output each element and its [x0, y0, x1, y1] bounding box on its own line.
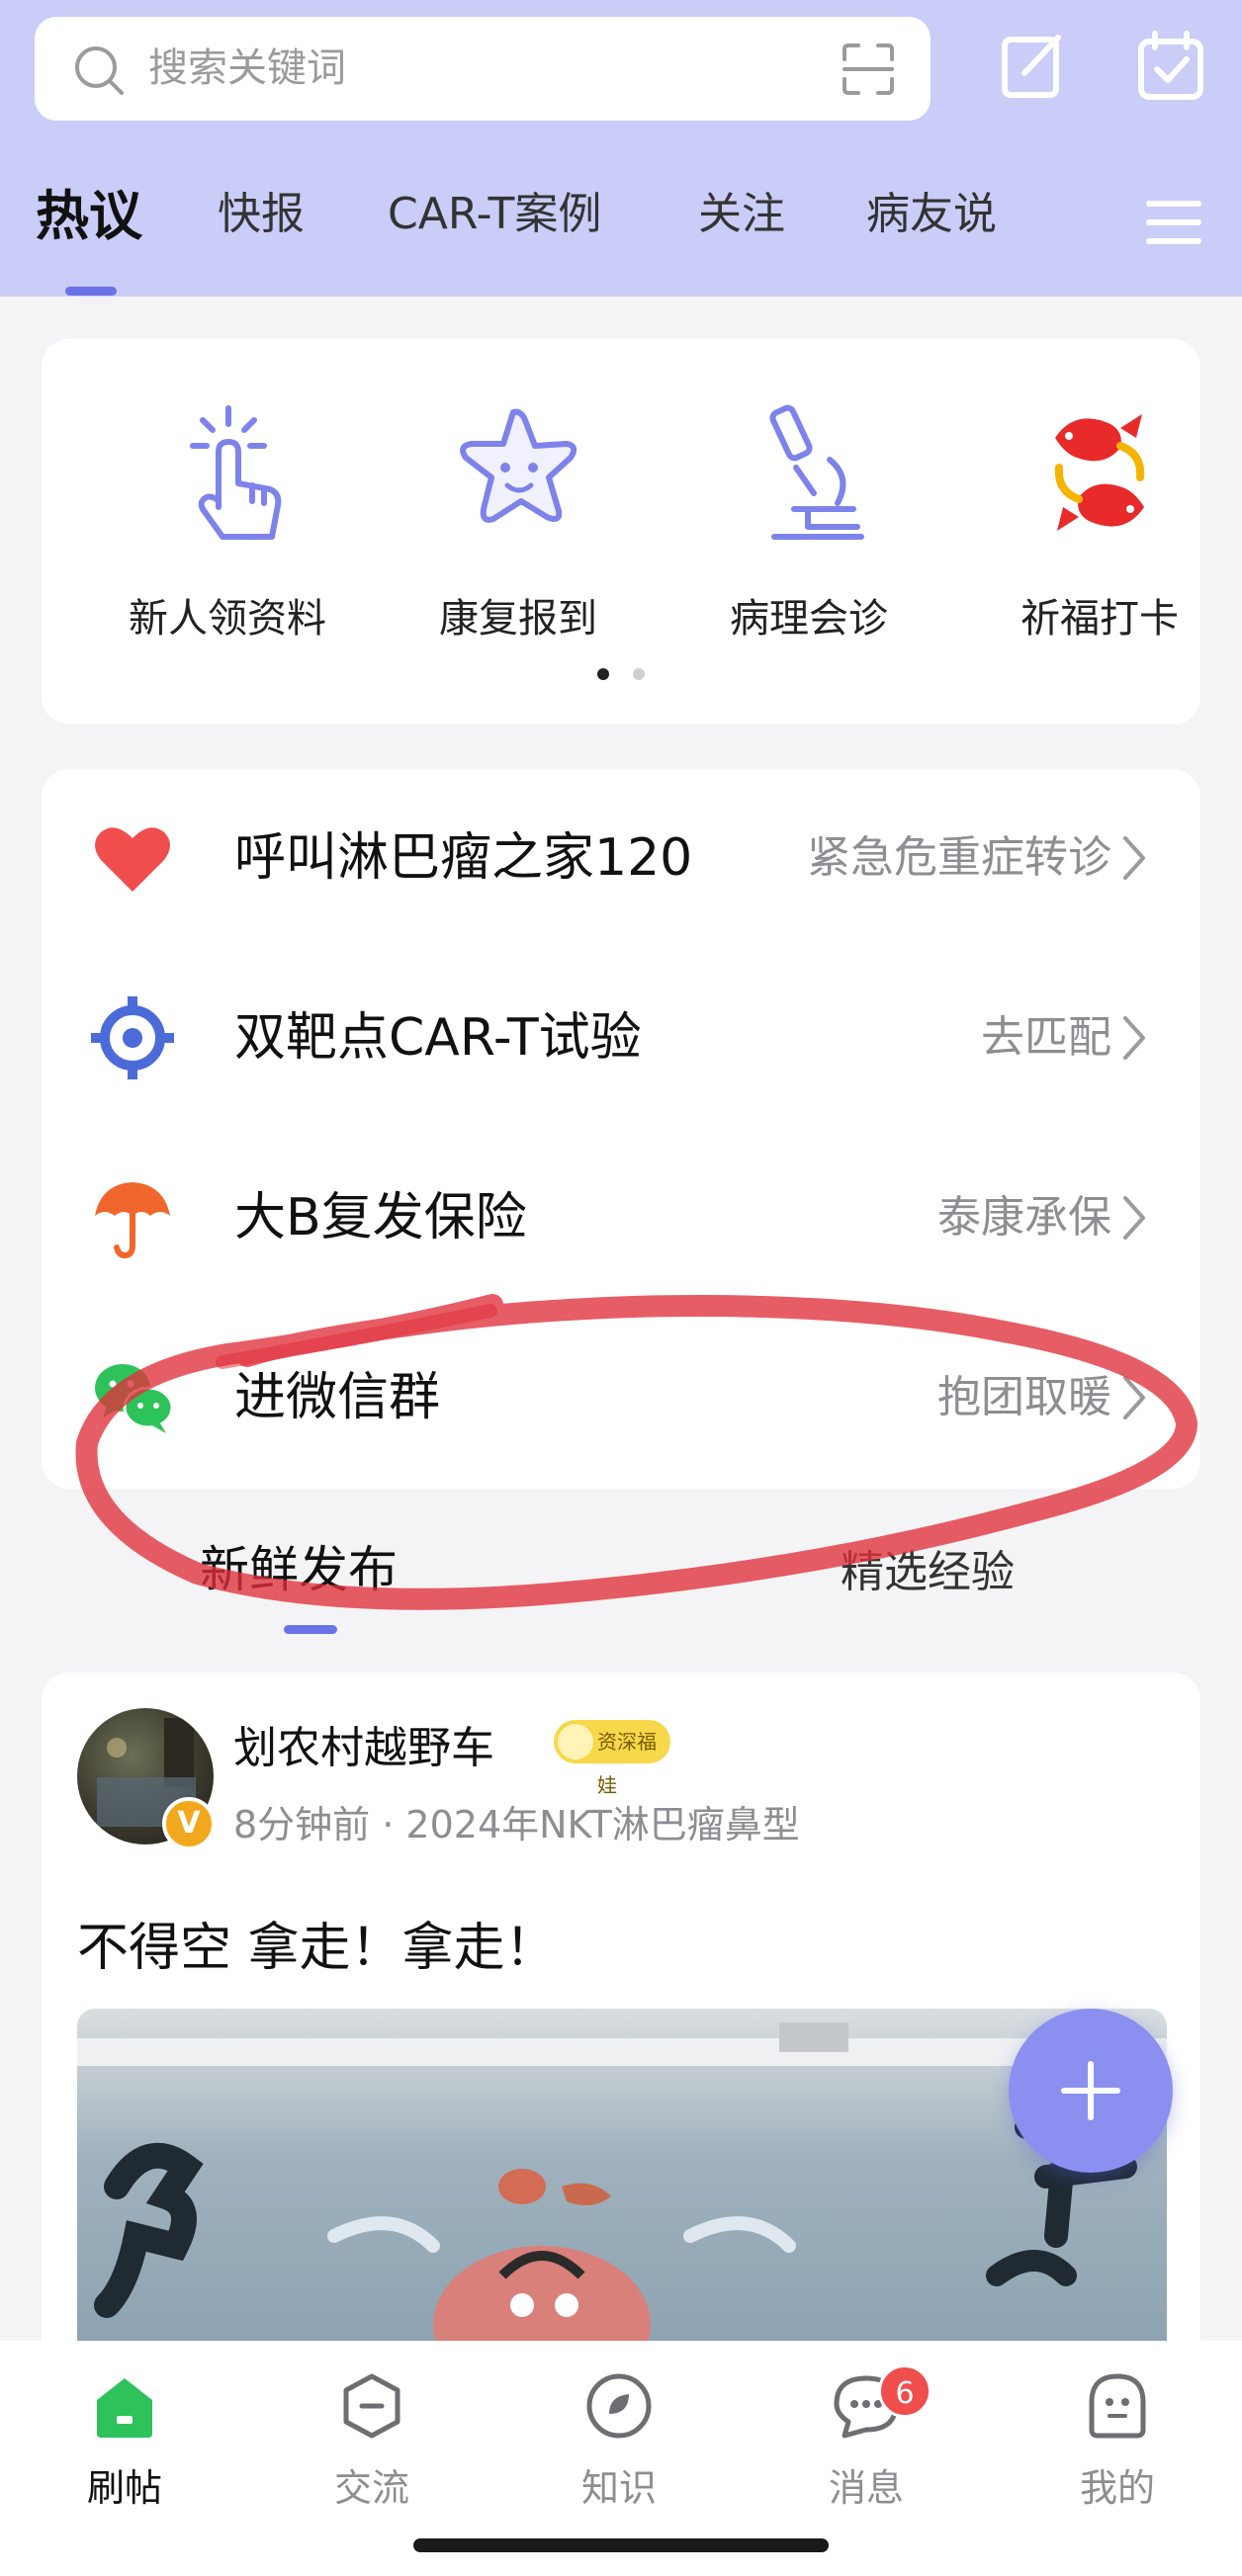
tab-car-t-cases[interactable]: CAR-T案例	[388, 178, 601, 241]
knowledge-icon	[586, 2373, 652, 2439]
shirt-icon	[558, 1724, 593, 1760]
search-placeholder[interactable]: 搜索关键词	[148, 17, 346, 121]
active-tab-indicator	[65, 287, 117, 296]
service-title: 大B复发保险	[234, 1188, 527, 1247]
tab-news[interactable]: 快报	[218, 178, 305, 241]
service-hint: 泰康承保	[937, 1192, 1111, 1243]
carousel-dot-active	[597, 668, 609, 680]
service-title: 呼叫淋巴瘤之家120	[234, 828, 693, 888]
entry-label: 祈福打卡	[1020, 596, 1179, 642]
service-row-wechat-group[interactable]: 进微信群 抱团取暖	[42, 1309, 1200, 1487]
target-icon	[91, 996, 174, 1079]
heart-icon	[95, 827, 170, 892]
nav-label: 刷帖	[86, 2466, 162, 2510]
nav-chat[interactable]: 交流	[273, 2370, 471, 2512]
service-list-card: 呼叫淋巴瘤之家120 紧急危重症转诊 双靶点CAR-T试验 去匹配 大B复发保险…	[42, 769, 1200, 1489]
feed-tab-selected[interactable]: 精选经验	[841, 1536, 1015, 1599]
entry-blessing-checkin[interactable]: 祈福打卡	[971, 398, 1228, 644]
message-count-badge: 6	[878, 2364, 932, 2418]
chevron-right-icon	[1123, 1196, 1145, 1240]
nav-messages[interactable]: 消息	[767, 2370, 965, 2512]
star-face-icon	[460, 408, 577, 523]
nav-knowledge[interactable]: 知识	[520, 2370, 718, 2512]
koi-fish-icon	[1054, 414, 1145, 531]
service-row-emergency[interactable]: 呼叫淋巴瘤之家120 紧急危重症转诊	[42, 769, 1200, 947]
home-indicator	[413, 2538, 829, 2552]
menu-icon[interactable]	[1145, 198, 1202, 247]
service-row-car-t-trial[interactable]: 双靶点CAR-T试验 去匹配	[42, 949, 1200, 1127]
verified-badge: V	[162, 1797, 216, 1850]
tab-patient-talk[interactable]: 病友说	[866, 178, 997, 241]
microscope-icon	[769, 404, 864, 540]
search-bar[interactable]: 搜索关键词	[35, 17, 931, 121]
umbrella-icon	[95, 1182, 170, 1259]
post-author[interactable]: 划农村越野车	[233, 1712, 494, 1775]
tap-hand-icon	[190, 405, 282, 540]
post-image[interactable]	[77, 2009, 1167, 2345]
entry-label: 新人领资料	[129, 596, 326, 642]
entry-newcomer-materials[interactable]: 新人领资料	[99, 398, 356, 644]
calendar-check-icon[interactable]	[1137, 30, 1204, 101]
nav-label: 交流	[333, 2466, 409, 2510]
service-hint: 抱团取暖	[937, 1372, 1111, 1422]
hexagon-chat-icon	[343, 2373, 400, 2439]
nav-label: 我的	[1079, 2466, 1155, 2510]
entry-pathology-consult[interactable]: 病理会诊	[680, 398, 937, 644]
edit-icon[interactable]	[999, 30, 1066, 101]
chevron-right-icon	[1123, 1016, 1145, 1060]
chevron-right-icon	[1123, 836, 1145, 880]
service-hint: 去匹配	[981, 1012, 1111, 1063]
service-hint: 紧急危重症转诊	[807, 832, 1111, 883]
home-icon	[97, 2378, 152, 2438]
entry-label: 病理会诊	[730, 596, 888, 642]
nav-label: 消息	[828, 2466, 904, 2510]
create-post-button[interactable]	[1009, 2009, 1173, 2173]
feed-tab-indicator	[284, 1625, 337, 1634]
nav-label: 知识	[580, 2466, 657, 2510]
service-title: 双靶点CAR-T试验	[234, 1008, 642, 1068]
quick-entry-card: 新人领资料 康复报到 病理会诊 祈福打卡	[42, 339, 1200, 725]
plus-icon	[1061, 2061, 1120, 2120]
entry-recovery-checkin[interactable]: 康复报到	[390, 398, 647, 644]
top-header: 搜索关键词 热议 快报 CAR-T案例 关注 病友说	[0, 0, 1242, 297]
entry-label: 康复报到	[439, 596, 597, 642]
chevron-right-icon	[1123, 1376, 1145, 1419]
category-tabs: 热议 快报 CAR-T案例 关注 病友说	[0, 178, 1242, 277]
scan-icon[interactable]	[841, 42, 896, 97]
tab-follow[interactable]: 关注	[698, 178, 785, 241]
post-text[interactable]: 不得空 拿走！拿走！	[77, 1906, 557, 1980]
level-badge: 资深福娃	[554, 1720, 670, 1797]
service-title: 进微信群	[234, 1368, 441, 1427]
post-meta: 8分钟前 · 2024年NKT淋巴瘤鼻型	[233, 1803, 800, 1846]
nav-feed[interactable]: 刷帖	[26, 2370, 223, 2512]
nav-profile[interactable]: 我的	[1019, 2370, 1216, 2512]
search-icon	[75, 46, 124, 95]
profile-icon	[1089, 2373, 1146, 2439]
feed-tab-fresh[interactable]: 新鲜发布	[200, 1530, 398, 1601]
tab-hot[interactable]: 热议	[36, 172, 142, 250]
wechat-icon	[95, 1364, 174, 1433]
carousel-dot	[633, 668, 645, 680]
service-row-insurance[interactable]: 大B复发保险 泰康承保	[42, 1129, 1200, 1307]
